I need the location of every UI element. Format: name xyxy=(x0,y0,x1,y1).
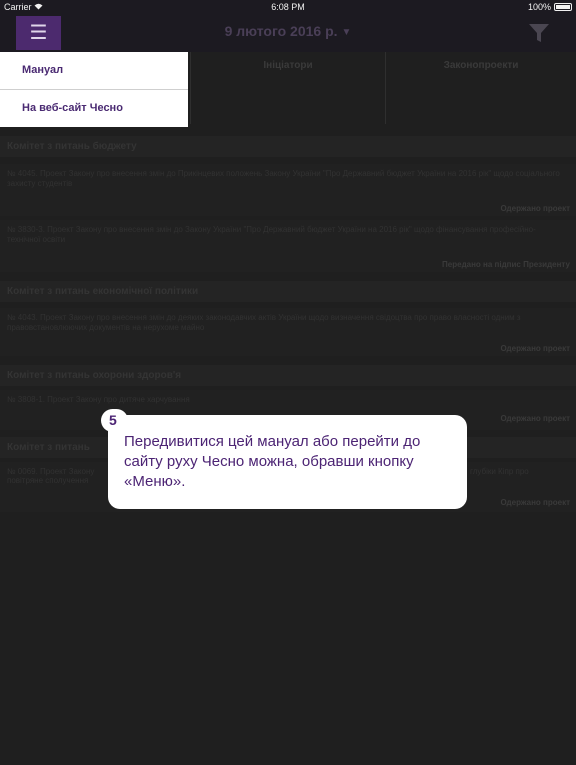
bill-status: Одержано проект xyxy=(500,344,570,353)
battery-indicator: 100% xyxy=(528,0,572,14)
section-header: Комітет з питань економічної політики xyxy=(0,281,576,302)
bill-status: Одержано проект xyxy=(500,498,570,507)
bill-description: № 3830-3. Проект Закону про внесення змі… xyxy=(7,225,536,244)
bill-description: № 3808-1. Проект Закону про дитяче харчу… xyxy=(7,395,190,404)
caret-down-icon: ▼ xyxy=(341,27,352,38)
bill-description: № 4043. Проект Закону про внесення змін … xyxy=(7,313,521,332)
filter-icon[interactable] xyxy=(528,22,550,44)
bill-description: № 4045. Проект Закону про внесення змін … xyxy=(7,169,560,188)
date-selector[interactable]: 9 лютого 2016 р. ▼ xyxy=(0,23,576,39)
bill-status: Одержано проект xyxy=(500,204,570,213)
tutorial-tooltip[interactable]: Передивитися цей мануал або перейти до с… xyxy=(108,415,467,509)
menu-dropdown: Мануал На веб-сайт Чесно xyxy=(0,52,188,127)
tab-initiators[interactable]: Ініціатори xyxy=(191,60,385,71)
list-item[interactable]: № 4045. Проект Закону про внесення змін … xyxy=(0,164,576,216)
bill-status: Передано на підпис Президенту xyxy=(442,260,570,269)
bill-status: Одержано проект xyxy=(500,414,570,423)
status-bar: Carrier 6:08 PM 100% xyxy=(0,0,576,14)
tooltip-text: Передивитися цей мануал або перейти до с… xyxy=(124,433,421,490)
section-header: Комітет з питань охорони здоров'я xyxy=(0,365,576,386)
step-badge: 5 xyxy=(101,409,128,432)
bill-description-continued: глубіки Кіпр про xyxy=(470,467,529,476)
battery-percent: 100% xyxy=(527,2,551,12)
menu-item-manual[interactable]: Мануал xyxy=(0,52,188,89)
list-item[interactable]: № 4043. Проект Закону про внесення змін … xyxy=(0,308,576,356)
list-item[interactable]: № 3830-3. Проект Закону про внесення змі… xyxy=(0,220,576,272)
menu-item-chesno-website[interactable]: На веб-сайт Чесно xyxy=(0,90,188,127)
tab-bills[interactable]: Законопроекти xyxy=(386,60,576,71)
main-content: Ініціатори Законопроекти Комітет з питан… xyxy=(0,52,576,765)
navigation-bar: ☰ 9 лютого 2016 р. ▼ xyxy=(0,14,576,52)
date-label: 9 лютого 2016 р. xyxy=(224,23,338,39)
section-header: Комітет з питань бюджету xyxy=(0,136,576,157)
battery-icon xyxy=(554,3,572,11)
status-time: 6:08 PM xyxy=(271,2,305,12)
